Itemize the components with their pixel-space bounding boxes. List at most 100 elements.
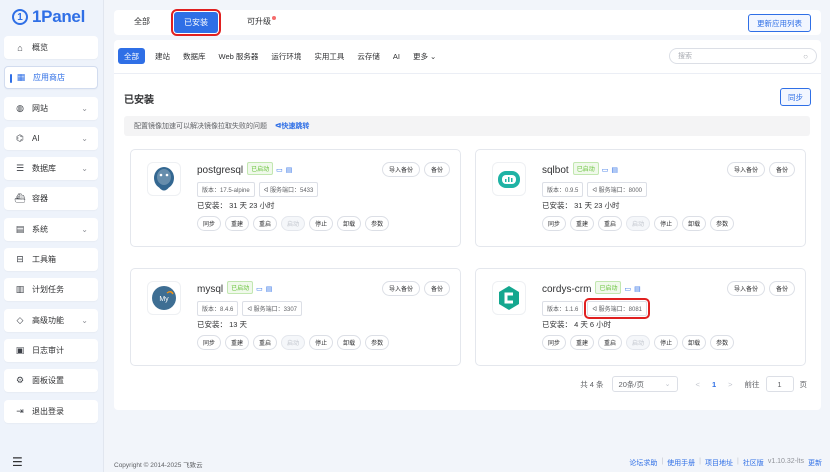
- app-action-button[interactable]: 启动: [281, 335, 306, 350]
- quick-jump-link[interactable]: ᐊ快速跳转: [275, 121, 309, 131]
- category-tab[interactable]: 全部: [118, 48, 145, 64]
- app-action-button[interactable]: 卸载: [337, 216, 362, 231]
- sidebar-item[interactable]: ▤ 系统 ⌄: [4, 217, 98, 241]
- app-action-button[interactable]: 停止: [309, 216, 334, 231]
- tab-all[interactable]: 全部: [134, 16, 150, 27]
- app-name[interactable]: sqlbot: [542, 165, 569, 176]
- app-action-button[interactable]: 卸载: [682, 216, 707, 231]
- svg-text:My: My: [159, 296, 169, 303]
- service-port-tag[interactable]: ᐊ 服务端口：5433: [258, 182, 319, 197]
- backup-button[interactable]: 备份: [768, 281, 795, 296]
- sidebar-item[interactable]: ⊟ 工具箱: [4, 248, 98, 272]
- app-action-button[interactable]: 重启: [253, 216, 278, 231]
- app-action-button[interactable]: 启动: [626, 335, 651, 350]
- link-separator: |: [661, 458, 664, 465]
- backup-button[interactable]: 备份: [768, 162, 795, 177]
- category-tab[interactable]: 建站: [155, 51, 170, 62]
- app-action-button[interactable]: 重启: [253, 335, 278, 350]
- manual-link[interactable]: 使用手册: [667, 458, 695, 468]
- goto-page-input[interactable]: 1: [765, 376, 794, 392]
- update-link[interactable]: 更新: [808, 458, 822, 468]
- tab-upgradable[interactable]: 可升级: [247, 16, 276, 27]
- update-app-list-button[interactable]: 更新应用列表: [748, 14, 811, 32]
- app-card-sqlbot: sqlbot 已启动 ▭ ▤ 导入备份 备份 版本：0.9.5 ᐊ 服务端口：8000 已安装：…: [475, 149, 806, 247]
- app-action-button[interactable]: 重启: [598, 335, 623, 350]
- sidebar-item[interactable]: ◇ 高级功能 ⌄: [4, 308, 98, 332]
- sidebar-item[interactable]: ▣ 日志审计: [4, 338, 98, 362]
- category-tab[interactable]: 更多 ⌄: [413, 51, 436, 62]
- app-action-button[interactable]: 参数: [365, 335, 390, 350]
- app-name[interactable]: postgresql: [197, 165, 243, 176]
- page-size-select[interactable]: 20条/页 ⌄: [611, 376, 678, 392]
- app-action-button[interactable]: 参数: [365, 216, 390, 231]
- app-action-button[interactable]: 同步: [542, 216, 567, 231]
- app-action-button[interactable]: 同步: [542, 335, 567, 350]
- app-action-button[interactable]: 停止: [309, 335, 334, 350]
- next-page-button[interactable]: >: [728, 380, 732, 389]
- service-port-tag[interactable]: ᐊ 服务端口：8081: [584, 298, 650, 319]
- folder-icon[interactable]: ▭: [276, 166, 283, 174]
- project-link[interactable]: 项目地址: [705, 458, 733, 468]
- sync-button[interactable]: 同步: [780, 88, 811, 106]
- page-number[interactable]: 1: [712, 380, 716, 389]
- import-backup-button[interactable]: 导入备份: [726, 281, 765, 296]
- app-actions: 同步 重建 重启 启动 停止 卸载 参数: [197, 216, 393, 231]
- app-action-button[interactable]: 同步: [197, 216, 222, 231]
- folder-icon[interactable]: ▭: [624, 285, 631, 293]
- app-action-button[interactable]: 卸载: [337, 335, 362, 350]
- forum-link[interactable]: 论坛求助: [629, 458, 657, 468]
- app-action-button[interactable]: 重建: [570, 216, 595, 231]
- import-backup-button[interactable]: 导入备份: [381, 162, 420, 177]
- app-action-button[interactable]: 重建: [225, 335, 250, 350]
- category-tab[interactable]: 云存储: [357, 51, 380, 62]
- app-name[interactable]: mysql: [197, 284, 223, 295]
- sidebar-item[interactable]: ⛴ 容器: [4, 187, 98, 211]
- import-backup-button[interactable]: 导入备份: [726, 162, 765, 177]
- category-tab[interactable]: 运行环境: [271, 51, 301, 62]
- tab-installed[interactable]: 已安装: [171, 9, 221, 36]
- sidebar-item[interactable]: ⚙ 面板设置: [4, 369, 98, 393]
- app-action-button[interactable]: 重建: [570, 335, 595, 350]
- community-edition-link[interactable]: 社区版: [743, 458, 764, 468]
- service-port-tag[interactable]: ᐊ 服务端口：8000: [587, 182, 647, 197]
- app-action-button[interactable]: 重启: [598, 216, 623, 231]
- app-name[interactable]: cordys-crm: [542, 284, 591, 295]
- app-action-button[interactable]: 启动: [626, 216, 651, 231]
- app-action-button[interactable]: 停止: [654, 216, 679, 231]
- compose-file-icon[interactable]: ▤: [266, 285, 273, 293]
- sidebar-item[interactable]: ☰ 数据库 ⌄: [4, 157, 98, 181]
- category-tab[interactable]: AI: [393, 52, 400, 61]
- logo[interactable]: 1 1Panel: [12, 6, 85, 28]
- sidebar-item[interactable]: ⌬ AI ⌄: [4, 126, 98, 150]
- app-action-button[interactable]: 停止: [654, 335, 679, 350]
- sidebar-item[interactable]: ▦ 应用商店: [4, 66, 98, 90]
- sidebar-item[interactable]: ⌂ 概览: [4, 36, 98, 59]
- sidebar-item[interactable]: ⇥ 退出登录: [4, 399, 98, 423]
- prev-page-button[interactable]: <: [696, 380, 700, 389]
- import-backup-button[interactable]: 导入备份: [381, 281, 420, 296]
- app-action-button[interactable]: 同步: [197, 335, 222, 350]
- backup-button[interactable]: 备份: [423, 162, 450, 177]
- compose-file-icon[interactable]: ▤: [286, 166, 293, 174]
- compose-file-icon[interactable]: ▤: [634, 285, 641, 293]
- category-tab[interactable]: Web 服务器: [219, 51, 259, 62]
- search-input[interactable]: 搜索 ○: [669, 48, 817, 64]
- app-action-button[interactable]: 重建: [225, 216, 250, 231]
- app-action-button[interactable]: 卸载: [682, 335, 707, 350]
- app-action-button[interactable]: 启动: [281, 216, 306, 231]
- service-port-tag[interactable]: ᐊ 服务端口：3307: [242, 301, 302, 316]
- category-tab[interactable]: 数据库: [183, 51, 206, 62]
- folder-icon[interactable]: ▭: [256, 285, 263, 293]
- category-tab[interactable]: 实用工具: [314, 51, 344, 62]
- app-store-tabs: 全部 已安装 可升级 更新应用列表: [114, 9, 821, 36]
- sidebar-item[interactable]: ◍ 网站 ⌄: [4, 96, 98, 120]
- app-card-postgresql: postgresql 已启动 ▭ ▤ 导入备份 备份 版本：17.5-alpine ᐊ 服务端…: [130, 149, 461, 247]
- collapse-menu-icon[interactable]: ☰: [12, 455, 23, 469]
- compose-file-icon[interactable]: ▤: [611, 166, 618, 174]
- sidebar-item-label: 容器: [32, 194, 48, 204]
- backup-button[interactable]: 备份: [423, 281, 450, 296]
- folder-icon[interactable]: ▭: [602, 166, 609, 174]
- sidebar-item[interactable]: ▥ 计划任务: [4, 278, 98, 302]
- app-action-button[interactable]: 参数: [710, 335, 735, 350]
- app-action-button[interactable]: 参数: [710, 216, 735, 231]
